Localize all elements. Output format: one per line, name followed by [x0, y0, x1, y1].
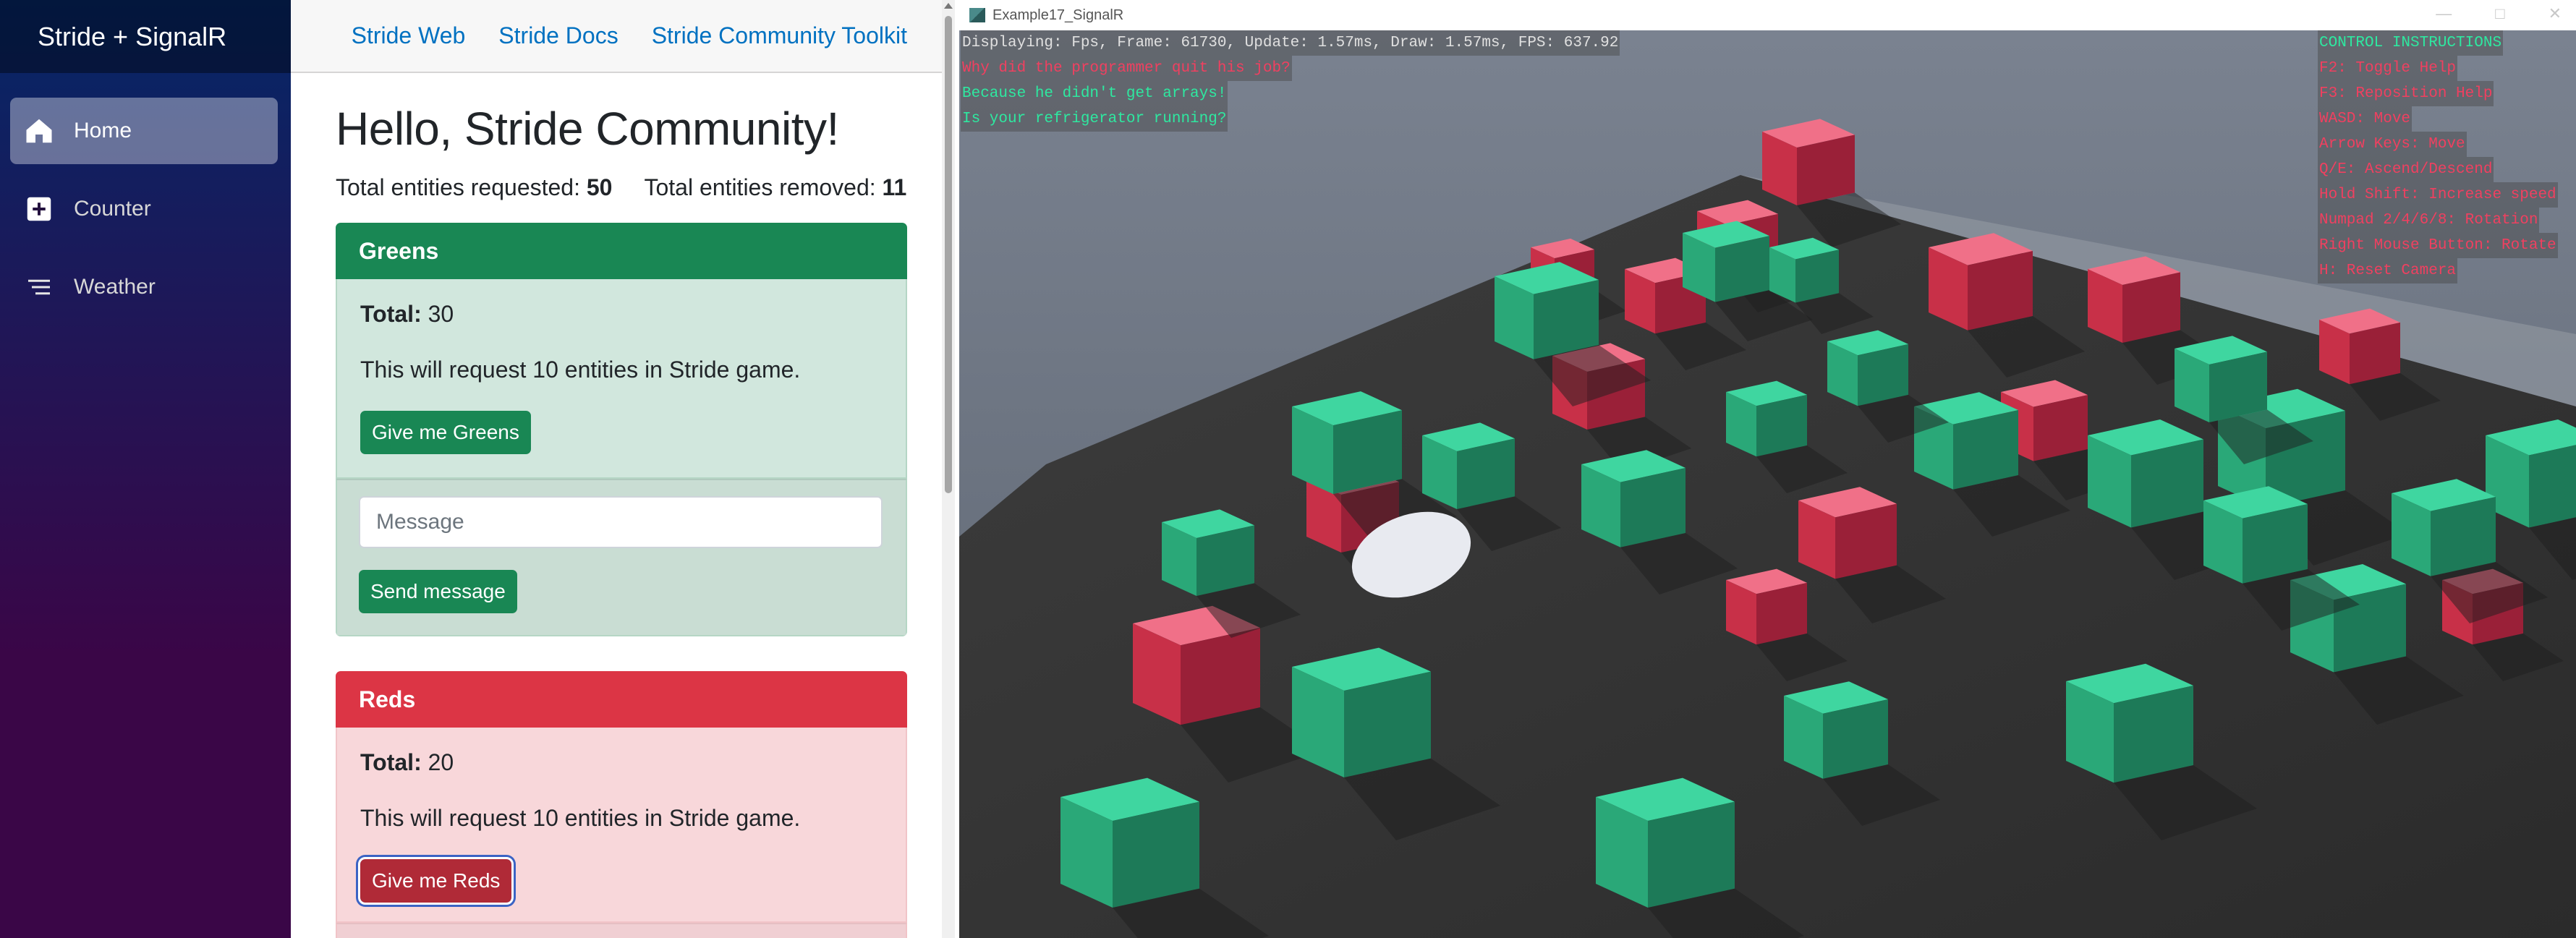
debug-line: Arrow Keys: Move	[2318, 132, 2467, 157]
sidebar: Stride + SignalR Home Counter Weather	[0, 0, 291, 938]
reds-card-footer	[336, 923, 907, 938]
sidebar-item-weather[interactable]: Weather	[10, 254, 278, 320]
home-icon	[23, 115, 55, 147]
requested-value: 50	[586, 174, 613, 200]
stride-game-window: Example17_SignalR — □ ✕ Displaying: Fps,…	[955, 0, 2576, 938]
debug-overlay: Displaying: Fps, Frame: 61730, Update: 1…	[961, 30, 1620, 132]
greens-card-footer: Send message	[336, 479, 907, 636]
reds-description: This will request 10 entities in Stride …	[360, 805, 801, 831]
scrollbar-thumb[interactable]	[945, 16, 952, 493]
sidebar-item-home[interactable]: Home	[10, 98, 278, 164]
debug-line: CONTROL INSTRUCTIONS	[2318, 30, 2504, 56]
reds-total-value: 20	[428, 749, 454, 775]
sidebar-item-label: Weather	[74, 275, 156, 299]
control-instructions: CONTROL INSTRUCTIONS F2: Toggle Help F3: R…	[2318, 30, 2558, 283]
page-content: Hello, Stride Community! Total entities …	[291, 73, 942, 938]
debug-line: Displaying: Fps, Frame: 61730, Update: 1…	[961, 30, 1620, 56]
debug-line: F2: Toggle Help	[2318, 56, 2458, 81]
greens-card-body: Total: 30 This will request 10 entities …	[336, 279, 907, 479]
removed-value: 11	[882, 174, 907, 200]
window-title: Example17_SignalR	[992, 7, 1124, 23]
requested-total: Total entities requested: 50	[336, 174, 612, 201]
game-viewport[interactable]: Displaying: Fps, Frame: 61730, Update: 1…	[959, 30, 2576, 938]
app-icon	[969, 8, 985, 22]
brand-title[interactable]: Stride + SignalR	[38, 22, 226, 52]
greens-total-value: 30	[428, 301, 454, 327]
debug-line: Why did the programmer quit his job?	[961, 56, 1292, 81]
window-controls: — □ ✕	[2436, 4, 2562, 23]
debug-line: Numpad 2/4/6/8: Rotation	[2318, 208, 2540, 233]
page-scrollbar[interactable]	[942, 0, 955, 938]
stride-docs-link[interactable]: Stride Docs	[498, 22, 618, 49]
sidebar-item-counter[interactable]: Counter	[10, 176, 278, 242]
reds-card: Reds Total: 20 This will request 10 enti…	[336, 671, 907, 938]
debug-line: Hold Shift: Increase speed	[2318, 182, 2558, 208]
scroll-up-arrow-icon[interactable]	[944, 3, 953, 9]
removed-total: Total entities removed: 11	[644, 174, 906, 201]
debug-line: Is your refrigerator running?	[961, 106, 1228, 132]
greens-description: This will request 10 entities in Stride …	[360, 357, 801, 383]
removed-label: Total entities removed:	[644, 174, 876, 200]
requested-label: Total entities requested:	[336, 174, 580, 200]
give-me-reds-button[interactable]: Give me Reds	[357, 857, 514, 905]
main-area: Stride Web Stride Docs Stride Community …	[291, 0, 942, 938]
greens-card-header: Greens	[336, 223, 907, 279]
reds-card-header: Reds	[336, 671, 907, 728]
reds-total-label: Total:	[360, 749, 422, 775]
list-icon	[23, 271, 55, 303]
close-icon[interactable]: ✕	[2549, 4, 2562, 23]
stride-community-toolkit-link[interactable]: Stride Community Toolkit	[652, 22, 907, 49]
reds-card-body: Total: 20 This will request 10 entities …	[336, 728, 907, 923]
debug-line: Because he didn't get arrays!	[961, 81, 1228, 106]
window-titlebar[interactable]: Example17_SignalR — □ ✕	[955, 0, 2576, 30]
sidebar-item-label: Counter	[74, 197, 151, 221]
stride-web-link[interactable]: Stride Web	[352, 22, 466, 49]
entity-totals: Total entities requested: 50 Total entit…	[336, 174, 907, 201]
debug-line: WASD: Move	[2318, 106, 2413, 132]
plus-icon	[23, 193, 55, 225]
brand-bar: Stride + SignalR	[0, 0, 291, 73]
debug-line: Q/E: Ascend/Descend	[2318, 157, 2494, 182]
greens-total-label: Total:	[360, 301, 422, 327]
minimize-icon[interactable]: —	[2436, 4, 2452, 23]
reds-total: Total: 20	[360, 749, 883, 776]
debug-line: H: Reset Camera	[2318, 258, 2458, 283]
give-me-greens-button[interactable]: Give me Greens	[360, 411, 531, 454]
sidebar-nav: Home Counter Weather	[0, 73, 291, 320]
page-title: Hello, Stride Community!	[336, 103, 839, 155]
debug-line: F3: Reposition Help	[2318, 81, 2494, 106]
top-row: Stride Web Stride Docs Stride Community …	[291, 0, 942, 73]
blazor-app: Stride + SignalR Home Counter Weather St…	[0, 0, 955, 938]
greens-total: Total: 30	[360, 301, 883, 328]
message-input[interactable]	[359, 496, 883, 548]
maximize-icon[interactable]: □	[2495, 4, 2504, 23]
greens-card: Greens Total: 30 This will request 10 en…	[336, 223, 907, 636]
send-message-button[interactable]: Send message	[359, 570, 517, 613]
sidebar-item-label: Home	[74, 119, 132, 142]
debug-line: Right Mouse Button: Rotate	[2318, 233, 2558, 258]
